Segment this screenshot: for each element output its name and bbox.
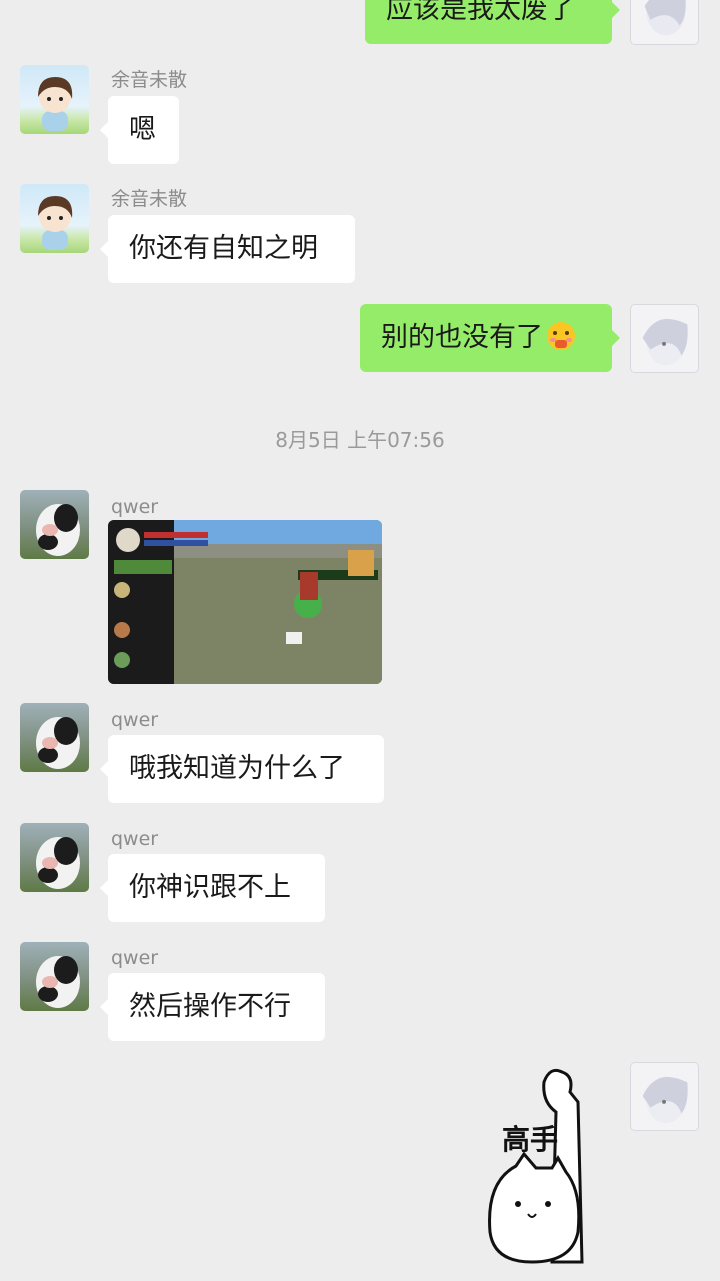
cow-avatar-icon [36, 717, 80, 769]
sender-name: qwer [111, 496, 159, 518]
message-bubble[interactable]: 嗯 [100, 96, 179, 164]
contact-avatar[interactable] [20, 823, 89, 892]
sender-name: qwer [111, 828, 159, 850]
sender-name: 余音未散 [111, 188, 188, 210]
message-text: 别的也没有了 [381, 322, 543, 353]
message-bubble[interactable]: 你神识跟不上 [100, 854, 325, 922]
boy-avatar-icon [38, 196, 73, 250]
sender-name: 余音未散 [111, 69, 188, 91]
message-bubble[interactable]: 哦我知道为什么了 [100, 735, 384, 803]
game-screenshot-image [108, 520, 382, 684]
sender-name: qwer [111, 947, 159, 969]
message-text: 你还有自知之明 [129, 233, 318, 264]
image-message[interactable] [108, 520, 382, 684]
sticker-caption: 高手 [502, 1123, 559, 1156]
cow-avatar-icon [36, 504, 80, 556]
message-text: 哦我知道为什么了 [129, 753, 345, 784]
cow-avatar-icon [36, 956, 80, 1008]
message-text: 应该是我太废了 [386, 0, 575, 25]
message-bubble-self[interactable]: 应该是我太废了 [365, 0, 620, 44]
cat-sticker-icon [488, 1068, 584, 1264]
sender-name: qwer [111, 709, 159, 731]
contact-avatar[interactable] [20, 942, 89, 1011]
sticker-message[interactable] [482, 1062, 612, 1272]
cow-avatar-icon [36, 837, 80, 889]
anime-avatar-icon [644, 0, 686, 36]
blush-emoji-icon [547, 322, 575, 350]
self-avatar[interactable] [630, 304, 699, 373]
contact-avatar[interactable] [20, 703, 89, 772]
contact-avatar[interactable] [20, 490, 89, 559]
self-avatar[interactable] [630, 1062, 699, 1131]
anime-avatar-icon [642, 318, 688, 366]
message-timestamp: 8月5日 上午07:56 [275, 428, 445, 452]
message-text: 你神识跟不上 [129, 872, 291, 903]
message-bubble[interactable]: 然后操作不行 [100, 973, 325, 1041]
self-avatar[interactable] [630, 0, 699, 45]
message-text: 然后操作不行 [129, 991, 291, 1022]
boy-avatar-icon [38, 77, 73, 131]
contact-avatar[interactable] [20, 65, 89, 134]
chat-screen: 应该是我太废了 余音未散 嗯 余音未散 你还有自知之明 别的也没有了 8月5日 … [0, 0, 720, 1281]
message-bubble-self[interactable]: 别的也没有了 [360, 304, 620, 372]
anime-avatar-icon [642, 1076, 688, 1124]
message-bubble[interactable]: 你还有自知之明 [100, 215, 355, 283]
contact-avatar[interactable] [20, 184, 89, 253]
message-text: 嗯 [129, 114, 156, 145]
